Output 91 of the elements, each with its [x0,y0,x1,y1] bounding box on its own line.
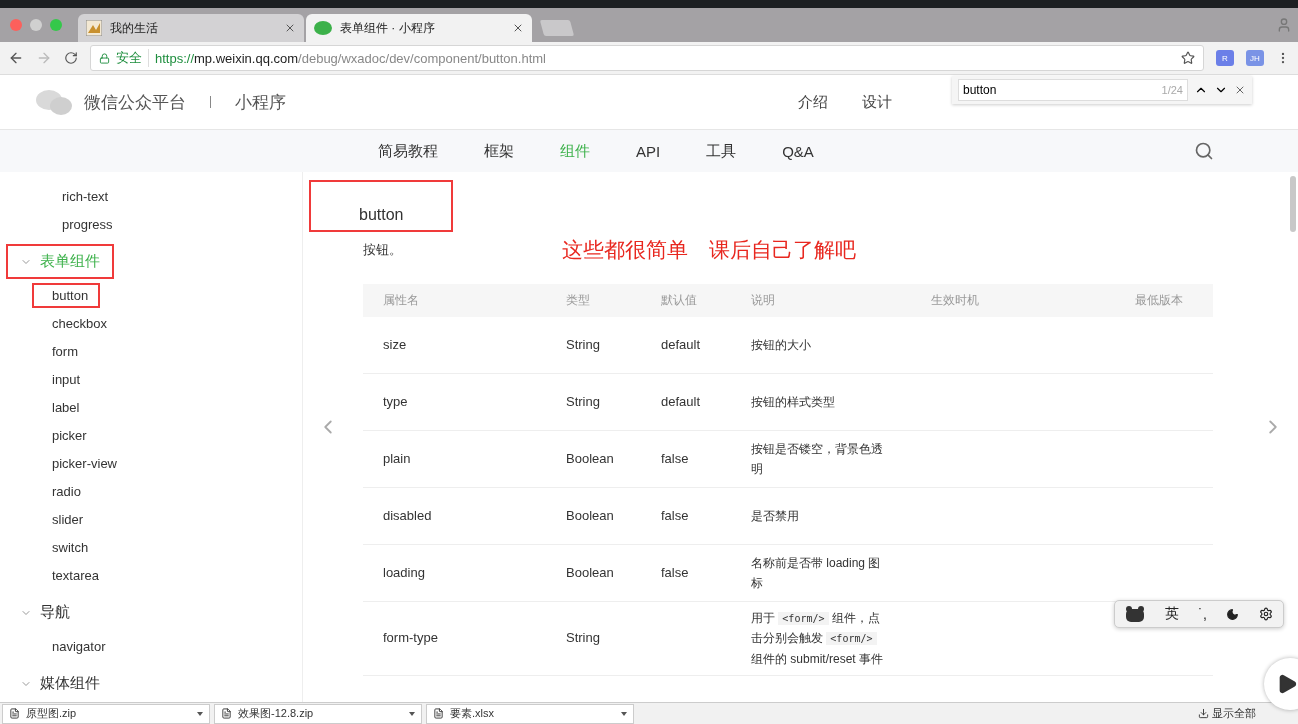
sidebar-item[interactable]: textarea [34,565,109,586]
sidebar-item[interactable]: navigator [34,636,116,657]
file-icon [9,708,20,719]
chat-icon [314,21,332,35]
download-item[interactable]: 要素.xlsx [426,703,634,724]
sidebar-item[interactable]: switch [34,537,99,558]
sidebar-item[interactable]: form [34,341,88,362]
back-icon[interactable] [8,50,24,66]
moon-icon[interactable] [1226,607,1240,621]
caret-icon[interactable] [409,711,415,716]
column-header: 最低版本 [1115,284,1213,317]
subnav-tab[interactable]: 框架 [484,141,514,161]
bear-logo-icon [1124,606,1145,622]
product-name: 小程序 [235,91,286,114]
column-header: 说明 [731,284,911,317]
caret-icon[interactable] [197,711,203,716]
table-cell: form-type [363,602,546,677]
sidebar-group[interactable]: 导航 [8,597,82,628]
table-cell: String [546,602,641,677]
sidebar-item[interactable]: label [34,397,90,418]
table-cell: Boolean [546,545,641,602]
description-text: 用于 <form/> 组件，点击分别会触发 <form/> 组件的 submit/reset 事件 [751,610,885,668]
close-icon[interactable] [284,22,296,34]
table-cell: false [641,431,731,488]
column-header: 类型 [546,284,641,317]
chat-logo-icon [36,88,72,116]
table-cell: disabled [363,488,546,545]
lock-icon [99,52,110,64]
table-cell: Boolean [546,431,641,488]
sidebar-item[interactable]: progress [44,214,123,235]
page-title: button [311,182,452,230]
settings-icon[interactable] [1259,607,1274,621]
table-cell: plain [363,431,546,488]
table-cell: default [641,317,731,374]
extension-icon[interactable]: R [1216,50,1234,66]
table-cell: false [641,488,731,545]
table-cell: false [641,545,731,602]
nav-link[interactable]: 设计 [862,92,892,112]
download-icon [1198,708,1209,719]
search-icon[interactable] [1194,141,1214,161]
column-header: 生效时机 [911,284,1115,317]
brand-name: 微信公众平台 [84,91,186,114]
table-cell: String [546,374,641,431]
table-cell: Boolean [546,488,641,545]
address-bar[interactable]: 安全 https://mp.weixin.qq.com/debug/wxadoc/dev/component/button.html [90,45,1204,71]
scrollbar-thumb[interactable] [1290,176,1296,232]
sidebar-group[interactable]: 媒体组件 [8,668,112,699]
file-icon [221,708,232,719]
close-icon[interactable] [512,22,524,34]
table-cell: loading [363,545,546,602]
security-label: 安全 [116,49,149,67]
download-item[interactable]: 原型图.zip [2,703,210,724]
description-text: 是否禁用 [751,507,799,525]
browser-tab[interactable]: 表单组件 · 小程序 [306,14,532,42]
sidebar-item[interactable]: slider [34,509,94,530]
bookmark-icon[interactable] [1181,51,1195,65]
sidebar-item[interactable]: rich-text [44,186,119,207]
subnav-tab[interactable]: 工具 [706,141,737,161]
close-icon[interactable] [1234,84,1246,96]
file-icon [433,708,444,719]
sidebar-item[interactable]: picker [34,425,97,446]
sidebar-item[interactable]: input [34,369,91,390]
subnav-tab[interactable]: 简易教程 [378,141,438,161]
column-header: 默认值 [641,284,731,317]
url-text: https://mp.weixin.qq.com/debug/wxadoc/dev/component/button.html [155,50,547,66]
show-all-link[interactable]: 显示全部 [1198,706,1256,721]
reload-icon[interactable] [64,51,78,65]
description-text: 按钮的大小 [751,336,811,354]
table-cell: String [546,317,641,374]
table-cell: type [363,374,546,431]
annotation-text: 这些都很简单 课后自己了解吧 [562,237,856,264]
table-cell: default [641,374,731,431]
sidebar-item[interactable]: radio [34,481,91,502]
sidebar-item[interactable]: picker-view [34,453,127,474]
sidebar-item[interactable]: button [34,285,99,306]
punctuation-toggle[interactable]: ˙, [1198,606,1207,622]
subnav-tab[interactable]: Q&A [782,142,814,160]
description-text: 名称前是否带 loading 图标 [751,554,882,592]
download-item[interactable]: 效果图-12.8.zip [214,703,422,724]
caret-icon[interactable] [621,711,627,716]
language-toggle[interactable]: 英 [1164,605,1179,623]
description-text: 按钮是否镂空，背景色透明 [751,440,884,478]
description-text: 按钮的样式类型 [751,393,835,411]
sidebar-item[interactable]: checkbox [34,313,117,334]
column-header: 属性名 [363,284,546,317]
find-field[interactable]: button 1/24 [958,79,1188,101]
intro-text: 按钮。 [363,241,402,259]
table-cell: size [363,317,546,374]
browser-tab[interactable]: 我的生活 [78,14,304,42]
subnav-tab[interactable]: API [636,142,661,160]
nav-link[interactable]: 介绍 [798,92,828,112]
